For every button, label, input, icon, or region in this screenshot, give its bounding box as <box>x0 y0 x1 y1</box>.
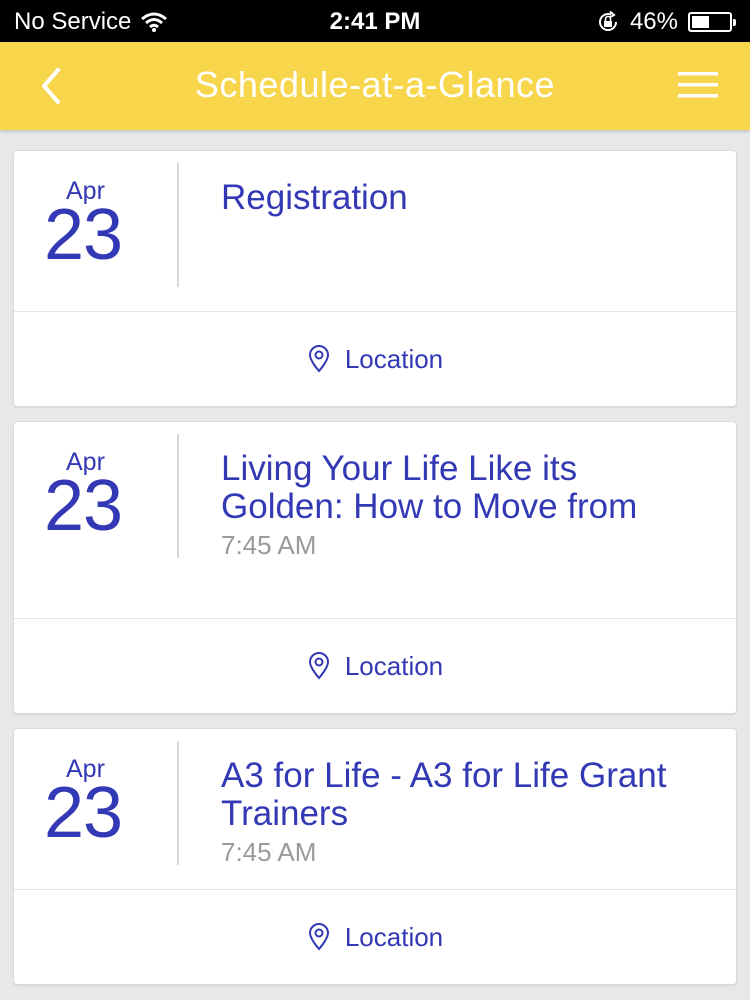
location-pin-icon <box>308 922 329 951</box>
event-card[interactable]: Apr 23 Registration Location <box>13 150 737 407</box>
location-pin-icon <box>308 651 329 680</box>
location-label: Location <box>344 343 444 374</box>
event-title: A3 for Life - A3 for Life Grant Trainers <box>221 756 667 833</box>
nav-bar: Schedule-at-a-Glance <box>0 42 750 130</box>
event-time: 7:45 AM <box>221 530 317 560</box>
battery-icon <box>688 12 736 32</box>
event-title: Living Your Life Like its Golden: How to… <box>221 449 638 526</box>
event-time: 7:45 AM <box>221 837 317 867</box>
divider <box>177 741 179 865</box>
status-bar: No Service 2:41 PM 46% <box>0 0 750 42</box>
hamburger-menu-icon[interactable] <box>678 70 718 100</box>
event-card[interactable]: Apr 23 Living Your Life Like its Golden:… <box>13 421 737 714</box>
divider <box>177 163 179 287</box>
battery-tip <box>733 19 736 26</box>
location-label: Location <box>344 650 444 681</box>
event-info: A3 for Life - A3 for Life Grant Trainers… <box>221 729 736 868</box>
event-title: Registration <box>221 178 408 217</box>
rotation-lock-icon <box>598 10 617 31</box>
location-label: Location <box>344 921 444 952</box>
battery-percent: 46% <box>629 8 678 35</box>
event-header[interactable]: Apr 23 Living Your Life Like its Golden:… <box>14 422 736 619</box>
event-info: Registration <box>221 151 736 217</box>
location-pin-icon <box>308 344 329 373</box>
event-list: Apr 23 Registration Location Apr 23 Livi… <box>13 150 737 999</box>
date-day: 23 <box>44 195 123 275</box>
event-card[interactable]: Apr 23 A3 for Life - A3 for Life Grant T… <box>13 728 737 985</box>
date-day: 23 <box>44 466 123 546</box>
divider <box>177 434 179 558</box>
battery-level <box>692 16 709 28</box>
location-button[interactable]: Location <box>14 619 736 713</box>
page-title: Schedule-at-a-Glance <box>194 64 556 105</box>
event-header[interactable]: Apr 23 Registration <box>14 151 736 312</box>
date-day: 23 <box>44 773 123 853</box>
location-button[interactable]: Location <box>14 312 736 406</box>
event-header[interactable]: Apr 23 A3 for Life - A3 for Life Grant T… <box>14 729 736 890</box>
status-right: 46% <box>596 8 736 36</box>
event-info: Living Your Life Like its Golden: How to… <box>221 422 736 561</box>
location-button[interactable]: Location <box>14 890 736 984</box>
